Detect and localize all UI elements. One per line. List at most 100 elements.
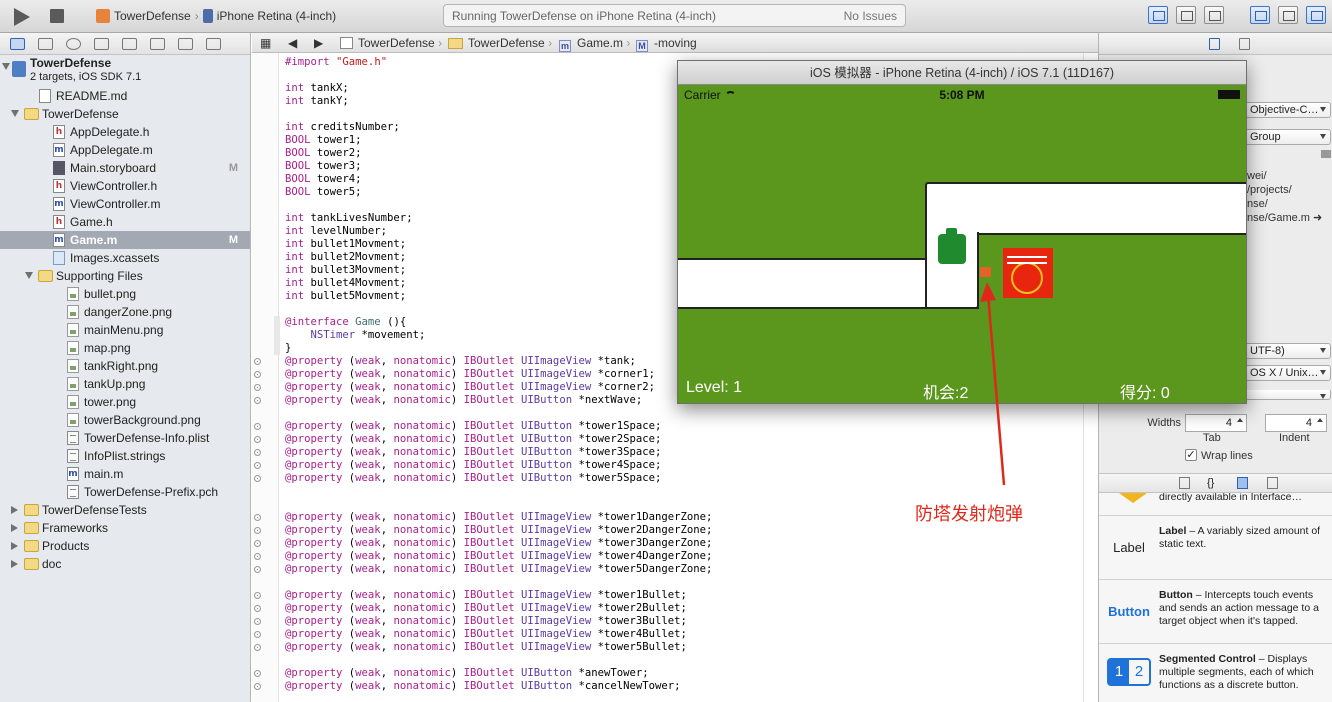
code-line[interactable]: @property (weak, nonatomic) IBOutlet UII… xyxy=(285,511,712,524)
code-line[interactable]: int tankX; xyxy=(285,82,349,95)
tree-file[interactable]: m main.m xyxy=(0,465,250,483)
file-template-icon[interactable] xyxy=(1179,477,1190,489)
outlet-connection-icon[interactable] xyxy=(254,540,261,547)
editor-gutter[interactable] xyxy=(252,53,280,702)
code-line[interactable]: @property (weak, nonatomic) IBOutlet UIB… xyxy=(285,446,661,459)
code-line[interactable]: @property (weak, nonatomic) IBOutlet UII… xyxy=(285,524,712,537)
disclosure-triangle-icon[interactable] xyxy=(11,110,19,117)
assistant-editor-button[interactable] xyxy=(1176,6,1196,24)
tree-folder[interactable]: TowerDefenseTests xyxy=(0,501,250,519)
object-library-icon[interactable] xyxy=(1237,477,1248,489)
code-line[interactable]: BOOL tower4; xyxy=(285,173,362,186)
code-line[interactable]: @property (weak, nonatomic) IBOutlet UII… xyxy=(285,602,687,615)
tab-width-field[interactable]: 4 xyxy=(1185,414,1247,432)
tree-file[interactable]: towerBackground.png xyxy=(0,411,250,429)
tree-folder[interactable]: Products xyxy=(0,537,250,555)
code-line[interactable]: int bullet4Movment; xyxy=(285,277,406,290)
code-line[interactable]: @property (weak, nonatomic) IBOutlet UIB… xyxy=(285,433,661,446)
code-line[interactable]: int bullet3Movment; xyxy=(285,264,406,277)
code-line[interactable]: @property (weak, nonatomic) IBOutlet UII… xyxy=(285,550,712,563)
code-line[interactable]: @property (weak, nonatomic) IBOutlet UII… xyxy=(285,589,687,602)
code-fold-ribbon[interactable] xyxy=(274,316,280,355)
code-line[interactable]: BOOL tower5; xyxy=(285,186,362,199)
tree-file[interactable]: map.png xyxy=(0,339,250,357)
tree-folder[interactable]: Frameworks xyxy=(0,519,250,537)
outlet-connection-icon[interactable] xyxy=(254,371,261,378)
scheme-selector[interactable]: TowerDefense › iPhone Retina (4-inch) xyxy=(96,8,336,24)
code-line[interactable]: @property (weak, nonatomic) IBOutlet UII… xyxy=(285,368,655,381)
library-item-partial[interactable]: directly available in Interface… xyxy=(1099,493,1332,516)
run-button[interactable] xyxy=(14,8,30,26)
code-line[interactable]: BOOL tower1; xyxy=(285,134,362,147)
wrap-lines-checkbox[interactable]: ✓ xyxy=(1185,449,1197,461)
outlet-connection-icon[interactable] xyxy=(254,553,261,560)
warning-icon[interactable] xyxy=(94,37,109,50)
tree-file[interactable]: mainMenu.png xyxy=(0,321,250,339)
outlet-connection-icon[interactable] xyxy=(254,475,261,482)
code-line[interactable]: @property (weak, nonatomic) IBOutlet UII… xyxy=(285,563,712,576)
jump-project[interactable]: TowerDefense › xyxy=(340,36,442,50)
code-line[interactable]: @interface Game (){ xyxy=(285,316,406,329)
outlet-connection-icon[interactable] xyxy=(254,644,261,651)
search-icon[interactable] xyxy=(66,37,81,50)
outlet-connection-icon[interactable] xyxy=(254,462,261,469)
tree-folder[interactable]: Supporting Files xyxy=(0,267,250,285)
simulator-screen[interactable]: Carrier 5:08 PM Level: 1 机会:2 得分: 0 xyxy=(678,85,1246,403)
code-line[interactable]: } xyxy=(285,342,291,355)
code-line[interactable]: @property (weak, nonatomic) IBOutlet UII… xyxy=(285,615,687,628)
location-popup[interactable]: Group xyxy=(1245,129,1331,145)
tree-file[interactable]: bullet.png xyxy=(0,285,250,303)
disclosure-triangle-icon[interactable] xyxy=(11,506,18,514)
code-line[interactable]: @property (weak, nonatomic) IBOutlet UIB… xyxy=(285,472,661,485)
disclosure-triangle-icon[interactable] xyxy=(2,63,10,70)
code-snippet-icon[interactable]: {} xyxy=(1207,477,1218,489)
code-line[interactable]: int creditsNumber; xyxy=(285,121,400,134)
symbol-icon[interactable] xyxy=(38,37,53,50)
code-line[interactable]: #import "Game.h" xyxy=(285,56,387,69)
code-line[interactable]: @property (weak, nonatomic) IBOutlet UII… xyxy=(285,537,712,550)
library-item-label[interactable]: Label Label – A variably sized amount of… xyxy=(1099,516,1332,580)
tree-file[interactable]: m ViewController.m xyxy=(0,195,250,213)
tree-file[interactable]: tankUp.png xyxy=(0,375,250,393)
jump-file[interactable]: m Game.m › xyxy=(559,36,630,52)
media-library-icon[interactable] xyxy=(1267,477,1278,489)
indent-width-field[interactable]: 4 xyxy=(1265,414,1327,432)
code-line[interactable]: @property (weak, nonatomic) IBOutlet UIB… xyxy=(285,459,661,472)
forward-arrow-icon[interactable]: ▶ xyxy=(314,36,323,50)
debug-icon[interactable] xyxy=(150,37,165,50)
code-line[interactable]: int tankY; xyxy=(285,95,349,108)
outlet-connection-icon[interactable] xyxy=(254,514,261,521)
reveal-arrow-icon[interactable]: ➜ xyxy=(1313,212,1322,224)
quick-help-icon[interactable] xyxy=(1239,38,1250,50)
code-line[interactable]: @property (weak, nonatomic) IBOutlet UII… xyxy=(285,355,636,368)
outlet-connection-icon[interactable] xyxy=(254,670,261,677)
outlet-connection-icon[interactable] xyxy=(254,449,261,456)
tree-folder[interactable]: doc xyxy=(0,555,250,573)
standard-editor-button[interactable] xyxy=(1148,6,1168,24)
test-icon[interactable] xyxy=(122,37,137,50)
outlet-connection-icon[interactable] xyxy=(254,436,261,443)
disclosure-triangle-icon[interactable] xyxy=(25,272,33,279)
code-line[interactable]: NSTimer *movement; xyxy=(285,329,426,342)
outlet-connection-icon[interactable] xyxy=(254,397,261,404)
folder-icon[interactable] xyxy=(10,37,25,50)
jump-symbol[interactable]: M -moving xyxy=(636,36,697,52)
tree-file[interactable]: h AppDelegate.h xyxy=(0,123,250,141)
code-line[interactable]: int levelNumber; xyxy=(285,225,387,238)
code-line[interactable]: @property (weak, nonatomic) IBOutlet UII… xyxy=(285,641,687,654)
tree-file[interactable]: h Game.h xyxy=(0,213,250,231)
code-line[interactable]: BOOL tower2; xyxy=(285,147,362,160)
file-inspector-icon[interactable] xyxy=(1209,38,1220,50)
related-items-icon[interactable]: ▦ xyxy=(260,36,271,50)
utilities-toggle-button[interactable] xyxy=(1306,6,1326,24)
tree-file[interactable]: Images.xcassets xyxy=(0,249,250,267)
tree-file[interactable]: m AppDelegate.m xyxy=(0,141,250,159)
outlet-connection-icon[interactable] xyxy=(254,527,261,534)
code-line[interactable]: @property (weak, nonatomic) IBOutlet UIB… xyxy=(285,667,649,680)
disclosure-triangle-icon[interactable] xyxy=(11,560,18,568)
ios-simulator-window[interactable]: iOS 模拟器 - iPhone Retina (4-inch) / iOS 7… xyxy=(677,60,1247,404)
debug-area-toggle-button[interactable] xyxy=(1278,6,1298,24)
outlet-connection-icon[interactable] xyxy=(254,631,261,638)
library-item-button[interactable]: Button Button – Intercepts touch events … xyxy=(1099,580,1332,644)
issues-label[interactable]: No Issues xyxy=(844,9,897,23)
